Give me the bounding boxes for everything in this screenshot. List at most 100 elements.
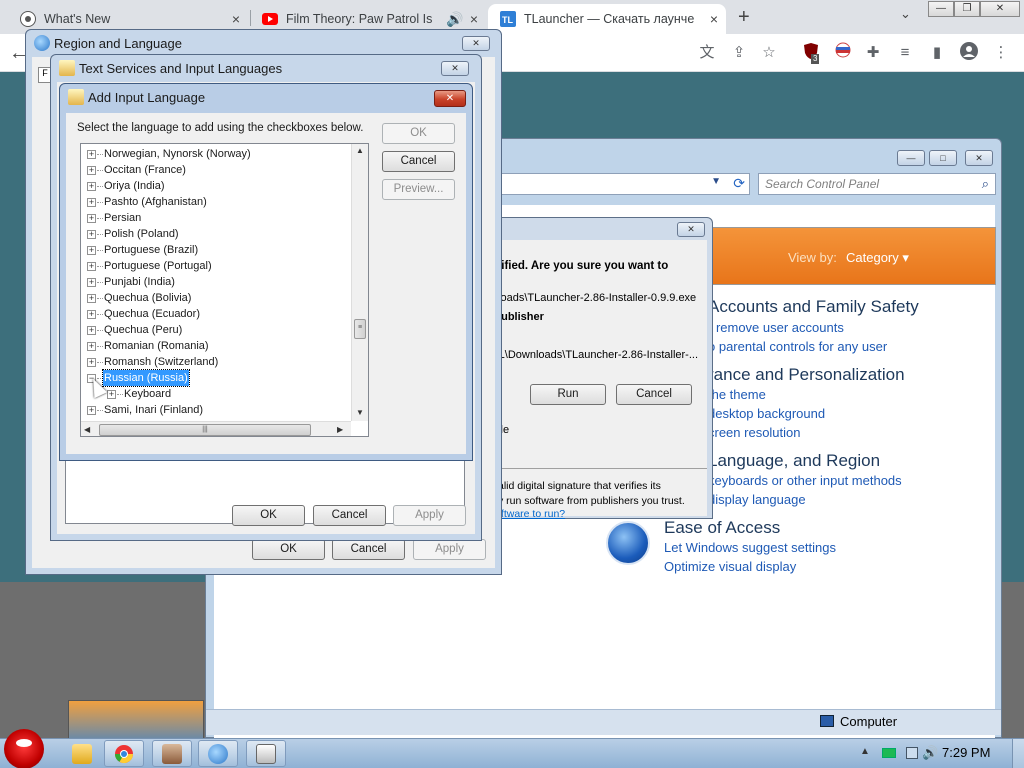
speaker-icon[interactable]: 🔊 [446,11,463,28]
expand-icon[interactable]: + [87,198,96,207]
tray-expand-icon[interactable]: ▲ [860,746,870,757]
tree-item-language[interactable]: + Sami, Inari (Finland) [81,402,351,418]
expand-icon[interactable]: + [87,310,96,319]
cp-close-button[interactable]: ✕ [965,150,993,166]
expand-icon[interactable]: + [87,246,96,255]
cp-link[interactable]: keyboards or other input methods [708,473,902,488]
tree-item-language[interactable]: + Portuguese (Brazil) [81,242,351,258]
tree-item-language[interactable]: + Oriya (India) [81,178,351,194]
ts-ok-button[interactable]: OK [232,505,305,526]
browser-close-button[interactable]: ✕ [980,1,1020,17]
browser-minimize-button[interactable]: — [928,1,954,17]
tab-search-icon[interactable]: ⌄ [900,6,911,22]
taskbar-chrome-button[interactable] [104,740,144,767]
bookmark-star-icon[interactable]: ☆ [758,42,780,64]
security-close-button[interactable]: ✕ [677,222,705,237]
browser-menu-icon[interactable]: ⋮ [990,42,1012,64]
tree-item-language[interactable]: + Occitan (France) [81,162,351,178]
cp-category-appearance[interactable]: rance and Personalization [708,365,905,385]
cp-category-ease-of-access[interactable]: Ease of Access [664,518,780,538]
side-panel-icon[interactable]: ▮ [926,42,948,64]
taskbar-explorer-button[interactable] [62,740,102,767]
translate-icon[interactable]: 文 [696,42,718,64]
expand-icon[interactable]: + [87,342,96,351]
scroll-up-icon[interactable]: ▲ [356,146,364,155]
taskbar-control-panel-button[interactable] [198,740,238,767]
tree-item-language[interactable]: + Norwegian, Nynorsk (Norway) [81,146,351,162]
horizontal-scrollbar[interactable]: ◀ ||| ▶ [81,421,351,436]
expand-icon[interactable]: + [87,182,96,191]
vertical-scrollbar[interactable]: ▲ ≡ ▼ [351,144,368,421]
tree-item-language[interactable]: + Portuguese (Portugal) [81,258,351,274]
scroll-left-icon[interactable]: ◀ [84,425,90,434]
tree-item-keyboard[interactable]: + Keyboard [81,386,351,402]
battery-icon[interactable] [882,748,896,758]
cp-link[interactable]: r remove user accounts [708,320,844,335]
new-tab-button[interactable]: + [738,6,750,29]
cp-category-accounts[interactable]: Accounts and Family Safety [708,297,919,317]
tree-item-language[interactable]: + Romansh (Switzerland) [81,354,351,370]
ts-cancel-button[interactable]: Cancel [313,505,386,526]
cp-link[interactable]: the theme [708,387,766,402]
tree-item-language[interactable]: + Polish (Poland) [81,226,351,242]
expand-icon[interactable]: + [87,214,96,223]
cp-minimize-button[interactable]: — [897,150,925,166]
rl-apply-button[interactable]: Apply [413,539,486,560]
cp-link[interactable]: creen resolution [708,425,801,440]
scroll-down-icon[interactable]: ▼ [356,408,364,417]
expand-icon[interactable]: + [87,294,96,303]
start-button-icon[interactable] [4,729,44,768]
rl-cancel-button[interactable]: Cancel [332,539,405,560]
profile-avatar-icon[interactable] [958,42,980,64]
ublock-extension-icon[interactable]: 3 [800,42,822,64]
share-icon[interactable]: ⇪ [728,42,750,64]
taskbar-installer-button[interactable] [152,740,192,767]
ts-close-button[interactable]: ✕ [441,61,469,76]
browser-tab-tlauncher[interactable]: TL TLauncher — Скачать лаунче × [488,4,726,34]
language-tree[interactable]: + Norwegian, Nynorsk (Norway) + Occitan (Fr… [80,143,369,437]
network-icon[interactable] [906,747,918,759]
expand-icon[interactable]: + [87,262,96,271]
view-by-dropdown[interactable]: Category ▾ [846,250,909,266]
tree-item-language[interactable]: + Pashto (Afghanistan) [81,194,351,210]
show-desktop-button[interactable] [1012,739,1024,768]
tab-close-icon[interactable]: × [224,11,248,27]
expand-icon[interactable]: + [87,150,96,159]
tab-close-icon[interactable]: × [702,11,726,27]
extensions-puzzle-icon[interactable]: ✚ [862,42,884,64]
vpn-flag-extension-icon[interactable] [832,42,854,64]
expand-icon[interactable]: + [107,390,116,399]
security-cancel-button[interactable]: Cancel [616,384,692,405]
cp-category-region[interactable]: Language, and Region [708,451,880,471]
cp-maximize-button[interactable]: □ [929,150,957,166]
ai-ok-button[interactable]: OK [382,123,455,144]
refresh-icon[interactable]: ⟳ [733,175,745,192]
address-dropdown-icon[interactable]: ▼ [711,176,721,187]
volume-icon[interactable]: 🔊 [922,745,938,761]
tree-item-language[interactable]: + Persian [81,210,351,226]
tree-item-language[interactable]: + Quechua (Bolivia) [81,290,351,306]
cp-link[interactable]: display language [708,492,806,507]
taskbar-keyboard-button[interactable] [246,740,286,767]
rl-close-button[interactable]: ✕ [462,36,490,51]
cp-search-input[interactable]: Search Control Panel ⌕ [758,173,996,195]
expand-icon[interactable]: + [87,166,96,175]
ai-close-button[interactable]: ✕ [434,90,466,107]
ai-cancel-button[interactable]: Cancel [382,151,455,172]
run-button[interactable]: Run [530,384,606,405]
ts-apply-button[interactable]: Apply [393,505,466,526]
cp-link[interactable]: desktop background [708,406,825,421]
tree-item-language[interactable]: + Quechua (Peru) [81,322,351,338]
expand-icon[interactable]: + [87,278,96,287]
cp-link[interactable]: Optimize visual display [664,559,796,574]
tree-item-language[interactable]: + Punjabi (India) [81,274,351,290]
expand-icon[interactable]: + [87,406,96,415]
tree-item-language[interactable]: + Romanian (Romania) [81,338,351,354]
media-queue-icon[interactable]: ≡ [894,42,916,64]
browser-restore-button[interactable]: ❐ [954,1,980,17]
scroll-thumb[interactable]: ||| [99,424,311,436]
tree-item-language[interactable]: + Quechua (Ecuador) [81,306,351,322]
scroll-right-icon[interactable]: ▶ [337,425,343,434]
scroll-thumb[interactable]: ≡ [354,319,366,339]
cp-link[interactable]: o parental controls for any user [708,339,887,354]
